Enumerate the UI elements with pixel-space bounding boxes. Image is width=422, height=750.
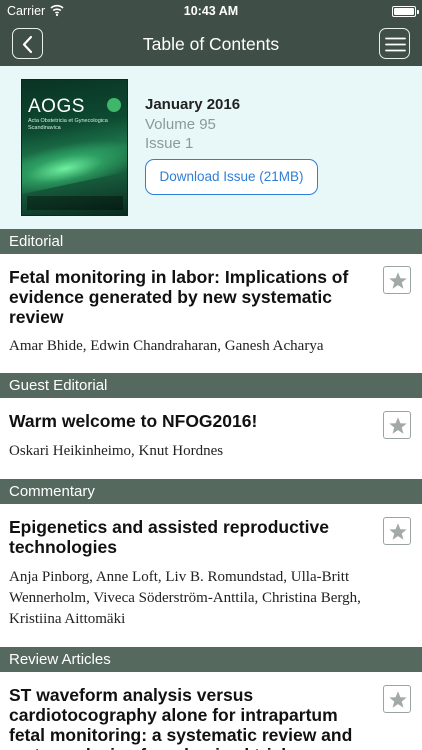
menu-button[interactable] <box>379 28 410 59</box>
page-title: Table of Contents <box>142 34 280 54</box>
article-title[interactable]: Fetal monitoring in labor: Implications … <box>9 267 375 327</box>
cover-subtitle: Acta Obstetricia et Gynecologica Scandin… <box>28 118 108 131</box>
hamburger-menu-icon <box>385 37 406 52</box>
article-title[interactable]: Epigenetics and assisted reproductive te… <box>9 517 375 557</box>
favorite-button[interactable] <box>383 517 411 545</box>
download-issue-button[interactable]: Download Issue (21MB) <box>145 159 318 195</box>
section-header-review-articles: Review Articles <box>0 647 422 672</box>
status-bar: Carrier 10:43 AM <box>0 0 422 22</box>
section-header-guest-editorial: Guest Editorial <box>0 373 422 398</box>
section-header-editorial: Editorial <box>0 229 422 254</box>
cover-aurora-art <box>22 128 127 196</box>
star-icon <box>389 691 407 708</box>
battery-fill <box>394 8 414 15</box>
cover-badge-icon <box>107 98 121 112</box>
issue-volume: Volume 95 <box>145 116 216 133</box>
cover-title: AOGS <box>28 96 85 117</box>
issue-month: January 2016 <box>145 96 241 113</box>
battery-icon <box>392 6 419 17</box>
article-authors: Anja Pinborg, Anne Loft, Liv B. Romundst… <box>9 569 361 627</box>
issue-number: Issue 1 <box>145 135 194 152</box>
issue-cover-image[interactable]: AOGS Acta Obstetricia et Gynecologica Sc… <box>21 79 128 216</box>
article-title[interactable]: Warm welcome to NFOG2016! <box>9 411 375 431</box>
article-authors: Amar Bhide, Edwin Chandraharan, Ganesh A… <box>9 338 324 354</box>
article-title[interactable]: ST waveform analysis versus cardiotocogr… <box>9 685 375 750</box>
star-icon <box>389 523 407 540</box>
star-icon <box>389 417 407 434</box>
top-bar: Carrier 10:43 AM Table of Contents <box>0 0 422 66</box>
favorite-button[interactable] <box>383 411 411 439</box>
article-authors: Oskari Heikinheimo, Knut Hordnes <box>9 443 224 459</box>
clock: 10:43 AM <box>183 4 239 18</box>
favorite-button[interactable] <box>383 266 411 294</box>
section-header-commentary: Commentary <box>0 479 422 504</box>
issue-header: AOGS Acta Obstetricia et Gynecologica Sc… <box>0 66 422 229</box>
star-icon <box>389 272 407 289</box>
favorite-button[interactable] <box>383 685 411 713</box>
cover-footer <box>27 196 123 210</box>
